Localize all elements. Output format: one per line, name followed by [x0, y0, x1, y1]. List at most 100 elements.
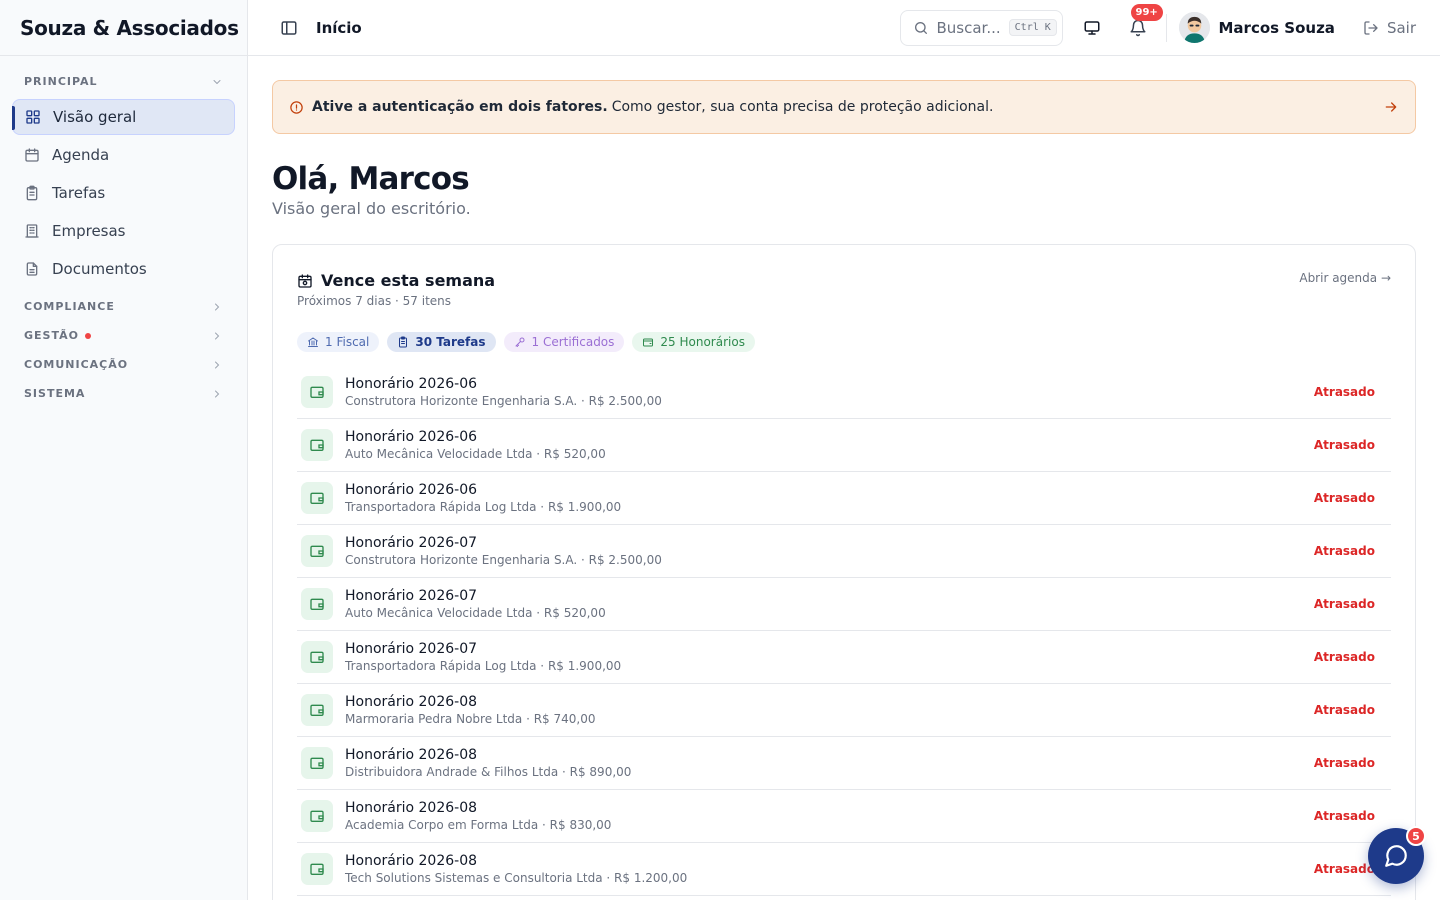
logout-icon	[1364, 20, 1378, 35]
search-shortcut: Ctrl K	[1008, 19, 1057, 36]
status-badge: Atrasado	[1313, 438, 1375, 452]
list-item[interactable]: Honorário 2026-06 Construtora Horizonte E…	[297, 366, 1391, 419]
status-badge: Atrasado	[1313, 597, 1375, 611]
notification-count-badge: 99+	[1130, 3, 1163, 21]
chat-button[interactable]: 5	[1368, 826, 1426, 884]
status-badge: Atrasado	[1313, 650, 1375, 664]
user-name: Marcos Souza	[1218, 18, 1335, 37]
sidebar-item-label: Visão geral	[53, 108, 137, 126]
chip-tarefas[interactable]: 30 Tarefas	[387, 332, 496, 352]
sidebar-section-comunicacao[interactable]: COMUNICAÇÃO	[0, 350, 247, 379]
sidebar-section-sistema[interactable]: SISTEMA	[0, 379, 247, 408]
row-icon-box	[301, 376, 333, 408]
arrow-right-icon	[1385, 102, 1397, 112]
wallet-icon	[310, 810, 324, 822]
grid-icon	[26, 110, 40, 124]
sidebar-item-agenda[interactable]: Agenda	[12, 137, 235, 173]
row-icon-box	[301, 694, 333, 726]
sidebar-section-principal[interactable]: PRINCIPAL	[0, 67, 247, 96]
row-meta: Distribuidora Andrade & Filhos Ltda · R$…	[345, 765, 632, 779]
list-item[interactable]: Honorário 2026-08 Distribuidora Andrade &…	[297, 737, 1391, 790]
chat-unread-badge: 5	[1406, 826, 1426, 846]
row-meta: Academia Corpo em Forma Ltda · R$ 830,00	[345, 818, 612, 832]
document-icon	[26, 262, 38, 276]
user-menu[interactable]: Marcos Souza	[1178, 12, 1335, 43]
card-title-text: Vence esta semana	[321, 271, 496, 290]
row-title: Honorário 2026-08	[345, 853, 478, 869]
sidebar-item-empresas[interactable]: Empresas	[12, 213, 235, 249]
chevron-right-icon	[215, 390, 220, 397]
card-title: Vence esta semana	[297, 271, 495, 290]
wallet-icon	[310, 651, 324, 663]
sidebar-item-documentos[interactable]: Documentos	[12, 251, 235, 287]
list-item[interactable]: Honorário 2026-08 Marmoraria Pedra Nobre …	[297, 684, 1391, 737]
chip-honorarios[interactable]: 25 Honorários	[632, 332, 755, 352]
wallet-icon	[310, 386, 324, 398]
chip-label: 1 Certificados	[531, 335, 615, 349]
list-item[interactable]: Honorário 2026-06 Transportadora Rápida L…	[297, 472, 1391, 525]
status-badge: Atrasado	[1313, 544, 1375, 558]
top-header: Início Buscar... Ctrl K 99+ Marcos Souza…	[248, 0, 1440, 56]
notifications-button[interactable]: 99+	[1127, 3, 1163, 39]
search-input[interactable]: Buscar... Ctrl K	[899, 9, 1063, 46]
chevron-right-icon	[215, 303, 220, 310]
avatar	[1178, 12, 1210, 43]
header-actions: Buscar... Ctrl K 99+ Marcos Souza Sair	[899, 3, 1416, 46]
wallet-icon	[310, 545, 324, 557]
calendar-clock-icon	[298, 273, 312, 288]
brand-name: Souza & Associados	[0, 0, 247, 56]
sidebar-section-gestao[interactable]: GESTÃO	[0, 321, 247, 350]
sidebar-item-label: Empresas	[52, 222, 126, 240]
chevron-down-icon	[213, 79, 221, 84]
logout-button[interactable]: Sair	[1363, 19, 1416, 37]
breadcrumb[interactable]: Início	[316, 19, 362, 37]
wallet-icon	[310, 439, 324, 451]
list-item[interactable]: Honorário 2026-07 Auto Mecânica Velocidad…	[297, 578, 1391, 631]
notification-dot	[84, 332, 91, 339]
sidebar-item-tarefas[interactable]: Tarefas	[12, 175, 235, 211]
chip-label: 1 Fiscal	[325, 335, 370, 349]
due-items-list: Honorário 2026-06 Construtora Horizonte E…	[297, 366, 1391, 896]
chip-fiscal[interactable]: 1 Fiscal	[297, 332, 380, 352]
filter-chips: 1 Fiscal 30 Tarefas 1 Certificados 25 Ho…	[297, 332, 1391, 352]
avatar-illustration	[1178, 12, 1210, 43]
row-title: Honorário 2026-08	[345, 800, 478, 816]
alert-title: Ative a autenticação em dois fatores.	[312, 99, 608, 115]
row-meta: Construtora Horizonte Engenharia S.A. · …	[345, 553, 662, 567]
sidebar-item-visao-geral[interactable]: Visão geral	[12, 99, 235, 135]
sidebar-section-label: COMPLIANCE	[24, 300, 115, 313]
open-agenda-link[interactable]: Abrir agenda →	[1299, 271, 1391, 285]
clipboard-icon	[26, 185, 38, 201]
status-badge: Atrasado	[1313, 756, 1375, 770]
sidebar: Souza & Associados PRINCIPAL Visão geral…	[0, 0, 248, 900]
sidebar-toggle-icon[interactable]	[280, 19, 298, 37]
sidebar-item-label: Documentos	[52, 260, 147, 278]
sidebar-item-label: Agenda	[52, 146, 110, 164]
list-item[interactable]: Honorário 2026-08 Tech Solutions Sistemas…	[297, 843, 1391, 896]
chevron-right-icon	[215, 361, 220, 368]
row-meta: Tech Solutions Sistemas e Consultoria Lt…	[345, 871, 688, 885]
list-item[interactable]: Honorário 2026-08 Academia Corpo em Forma…	[297, 790, 1391, 843]
row-icon-box	[301, 747, 333, 779]
list-item[interactable]: Honorário 2026-06 Auto Mecânica Velocidad…	[297, 419, 1391, 472]
page-title: Olá, Marcos	[272, 161, 470, 197]
list-item[interactable]: Honorário 2026-07 Construtora Horizonte E…	[297, 525, 1391, 578]
row-icon-box	[301, 588, 333, 620]
row-title: Honorário 2026-08	[345, 694, 478, 710]
chip-certificados[interactable]: 1 Certificados	[503, 332, 625, 352]
wallet-icon	[310, 492, 324, 504]
status-badge: Atrasado	[1313, 862, 1375, 876]
page-subtitle: Visão geral do escritório.	[272, 199, 471, 218]
sidebar-section-compliance[interactable]: COMPLIANCE	[0, 292, 247, 321]
row-icon-box	[301, 482, 333, 514]
display-button[interactable]	[1081, 17, 1103, 39]
search-placeholder: Buscar...	[936, 18, 1001, 37]
wallet-icon	[643, 338, 654, 347]
row-icon-box	[301, 800, 333, 832]
two-factor-alert[interactable]: Ative a autenticação em dois fatores. Co…	[272, 80, 1416, 134]
main-content: Ative a autenticação em dois fatores. Co…	[272, 80, 1416, 900]
row-title: Honorário 2026-07	[345, 641, 478, 657]
list-item[interactable]: Honorário 2026-07 Transportadora Rápida L…	[297, 631, 1391, 684]
chevron-right-icon	[215, 332, 220, 339]
sidebar-section-label: PRINCIPAL	[24, 75, 98, 88]
